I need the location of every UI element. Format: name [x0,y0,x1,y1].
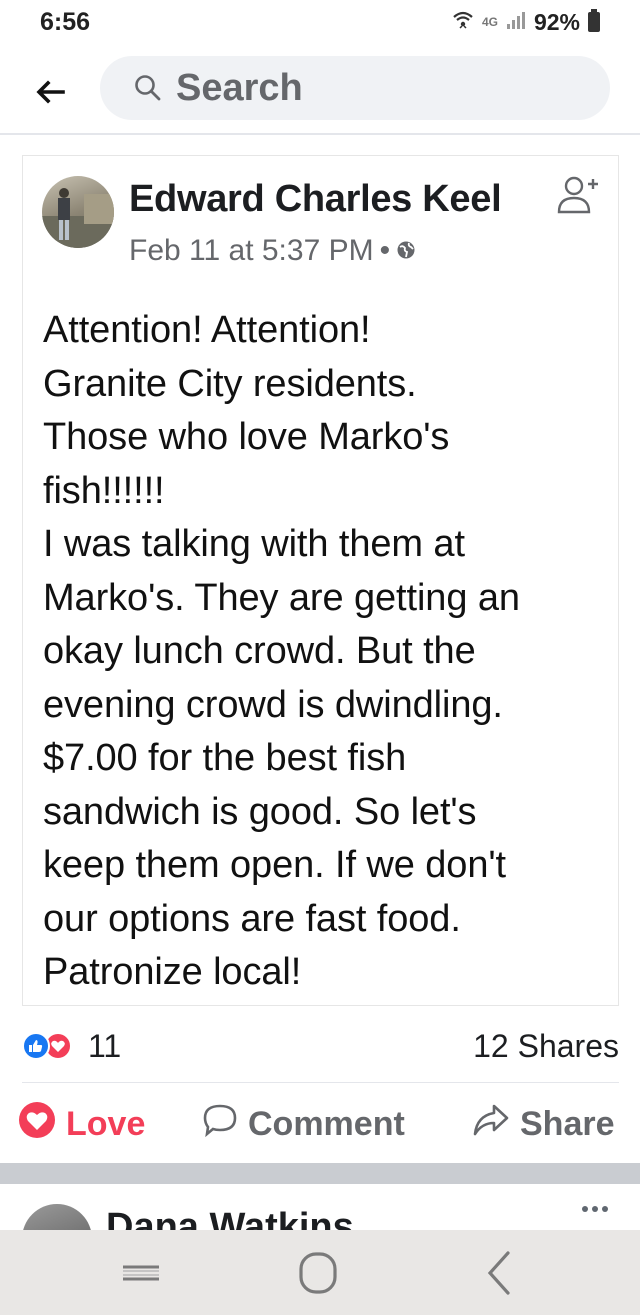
reactions-row: 11 12 Shares [22,1024,619,1068]
search-placeholder: Search [176,66,303,109]
header-divider [0,133,640,135]
action-divider [22,1082,619,1083]
avatar[interactable] [42,176,114,248]
more-options-icon[interactable] [582,1206,608,1212]
love-icon [18,1101,56,1148]
next-post: Dana Watkins [0,1184,640,1230]
recent-apps-icon [123,1265,159,1281]
action-bar: Love Comment Share [0,1098,640,1150]
search-icon [134,74,162,102]
comment-icon [202,1102,238,1147]
search-input[interactable]: Search [100,56,610,120]
arrow-left-icon [36,80,65,104]
system-back-button[interactable] [468,1244,528,1302]
next-post-author[interactable]: Dana Watkins [106,1206,354,1230]
reaction-icons [22,1031,80,1061]
wifi-icon [452,9,474,36]
post-timestamp[interactable]: Feb 11 at 5:37 PM [129,234,374,268]
status-time: 6:56 [40,7,91,36]
love-button[interactable]: Love [18,1098,145,1150]
share-label: Share [520,1104,615,1143]
battery-percent: 92% [533,8,580,35]
navigation-bar [0,1230,640,1315]
recent-apps-button[interactable] [111,1244,171,1302]
love-label: Love [66,1104,146,1143]
globe-icon [396,234,416,268]
status-icons: 4G 92% [452,9,600,36]
chevron-left-icon [487,1251,510,1295]
status-bar: 6:56 4G 92% [0,0,640,44]
network-type: 4G [481,15,498,29]
add-friend-icon [557,176,598,214]
comment-button[interactable]: Comment [202,1098,405,1150]
feed-separator [0,1163,640,1184]
search-header: Search [0,52,640,132]
signal-icon [506,10,526,35]
reaction-count: 11 [88,1027,122,1064]
post-card: Edward Charles Keel Feb 11 at 5:37 PM • … [22,155,619,1006]
like-icon [22,1032,50,1060]
home-icon [299,1252,337,1294]
comment-label: Comment [248,1104,405,1143]
share-icon [472,1102,510,1147]
author-name[interactable]: Edward Charles Keel [129,178,502,221]
back-button[interactable] [20,62,80,122]
post-body: Attention! Attention! Granite City resid… [43,309,520,993]
share-button[interactable]: Share [472,1098,615,1150]
shares-count[interactable]: 12 Shares [473,1028,619,1065]
home-button[interactable] [288,1244,348,1302]
next-post-avatar[interactable] [22,1204,92,1230]
add-friend-button[interactable] [554,170,602,218]
battery-icon [588,9,600,32]
reaction-summary[interactable]: 11 [22,1028,121,1065]
post-meta: Feb 11 at 5:37 PM • [129,234,416,268]
meta-separator: • [379,234,391,267]
